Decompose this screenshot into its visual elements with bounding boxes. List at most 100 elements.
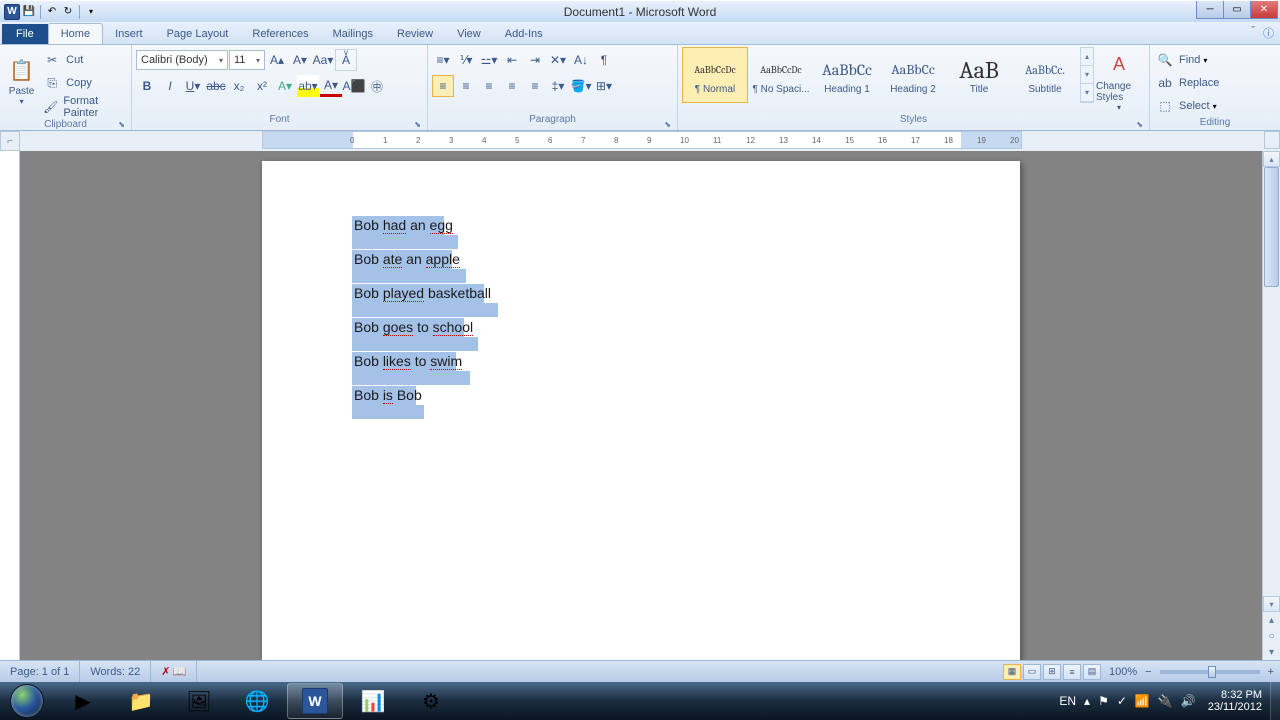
change-case-button[interactable]: Aa▾ — [312, 49, 334, 71]
show-desktop-button[interactable] — [1270, 682, 1280, 720]
style---normal[interactable]: AaBbCcDc¶ Normal — [682, 47, 748, 103]
style-subtitle[interactable]: AaBbCc.Subtitle — [1012, 47, 1078, 103]
style-heading-2[interactable]: AaBbCcHeading 2 — [880, 47, 946, 103]
document-line[interactable]: Bob ate an apple — [354, 251, 491, 267]
bullets-button[interactable]: ≡▾ — [432, 49, 454, 71]
document-line[interactable]: Bob played basketball — [354, 285, 491, 301]
align-right-button[interactable]: ≡ — [478, 75, 500, 97]
styles-more-icon[interactable]: ▾ — [1081, 84, 1093, 102]
browse-object-icon[interactable]: ○ — [1263, 628, 1280, 644]
paste-button[interactable]: 📋 Paste ▾ — [4, 47, 39, 113]
tray-power-icon[interactable]: 🔌 — [1154, 694, 1177, 708]
tab-add-ins[interactable]: Add-Ins — [493, 24, 555, 44]
document-line[interactable]: Bob likes to swim — [354, 353, 491, 369]
spell-check-status[interactable]: ✗📖 — [151, 661, 197, 682]
asian-layout-button[interactable]: ✕▾ — [547, 49, 569, 71]
paragraph-launcher-icon[interactable]: ⬊ — [664, 120, 671, 129]
scroll-thumb[interactable] — [1264, 167, 1279, 287]
qat-undo-icon[interactable]: ↶ — [45, 5, 59, 19]
tray-action-center-icon[interactable]: ⚑ — [1094, 694, 1113, 708]
full-screen-view-button[interactable]: ▭ — [1023, 664, 1041, 680]
task-app1[interactable]: 📊 — [345, 683, 401, 719]
tab-file[interactable]: File — [2, 24, 48, 44]
tab-references[interactable]: References — [240, 24, 320, 44]
draft-view-button[interactable]: ▤ — [1083, 664, 1101, 680]
sort-button[interactable]: A↓ — [570, 49, 592, 71]
tab-page-layout[interactable]: Page Layout — [155, 24, 241, 44]
decrease-indent-button[interactable]: ⇤ — [501, 49, 523, 71]
zoom-out-button[interactable]: − — [1145, 666, 1151, 678]
change-styles-button[interactable]: A Change Styles ▾ — [1096, 47, 1142, 113]
find-button[interactable]: 🔍Find▾ — [1154, 49, 1207, 71]
styles-launcher-icon[interactable]: ⬊ — [1136, 120, 1143, 129]
italic-button[interactable]: I — [159, 75, 181, 97]
tab-mailings[interactable]: Mailings — [321, 24, 385, 44]
subscript-button[interactable]: x₂ — [228, 75, 250, 97]
zoom-thumb[interactable] — [1208, 666, 1216, 678]
word-count[interactable]: Words: 22 — [80, 661, 151, 682]
horizontal-ruler[interactable]: 01234567891011121314151617181920 — [262, 131, 1022, 149]
highlight-button[interactable]: ab▾ — [297, 75, 319, 97]
close-button[interactable]: ✕ — [1250, 1, 1278, 19]
grow-font-button[interactable]: A▴ — [266, 49, 288, 71]
task-word[interactable]: W — [287, 683, 343, 719]
tray-clock[interactable]: 8:32 PM 23/11/2012 — [1200, 689, 1270, 713]
vertical-ruler[interactable] — [0, 151, 20, 660]
maximize-button[interactable]: ▭ — [1223, 1, 1251, 19]
distributed-button[interactable]: ≡ — [524, 75, 546, 97]
qat-customize-icon[interactable]: ▾ — [84, 5, 98, 19]
tab-home[interactable]: Home — [48, 23, 103, 44]
tray-volume-icon[interactable]: 🔊 — [1177, 694, 1200, 708]
enclose-characters-button[interactable]: ㊥ — [366, 75, 388, 97]
tray-network-icon[interactable]: 📶 — [1131, 694, 1154, 708]
text-effects-button[interactable]: A▾ — [274, 75, 296, 97]
borders-button[interactable]: ⊞▾ — [593, 75, 615, 97]
justify-button[interactable]: ≡ — [501, 75, 523, 97]
ruler-toggle-button[interactable] — [1264, 131, 1280, 149]
zoom-slider[interactable] — [1160, 670, 1260, 674]
cut-button[interactable]: ✂Cut — [41, 49, 127, 71]
styles-up-icon[interactable]: ▴ — [1081, 48, 1093, 66]
tab-insert[interactable]: Insert — [103, 24, 155, 44]
scroll-up-icon[interactable]: ▴ — [1263, 151, 1280, 167]
zoom-in-button[interactable]: + — [1268, 666, 1274, 678]
document-line[interactable]: Bob had an egg — [354, 217, 491, 233]
print-layout-view-button[interactable]: ▦ — [1003, 664, 1021, 680]
vertical-scrollbar[interactable]: ▴ ▾ ▴ ○ ▾ — [1262, 151, 1280, 660]
format-painter-button[interactable]: 🖌Format Painter — [41, 95, 127, 119]
styles-gallery[interactable]: AaBbCcDc¶ NormalAaBbCcDc¶ No Spaci...AaB… — [682, 47, 1078, 103]
multilevel-list-button[interactable]: ⚍▾ — [478, 49, 500, 71]
style-heading-1[interactable]: AaBbCcHeading 1 — [814, 47, 880, 103]
qat-redo-icon[interactable]: ↻ — [61, 5, 75, 19]
style---no-spaci---[interactable]: AaBbCcDc¶ No Spaci... — [748, 47, 814, 103]
underline-button[interactable]: U▾ — [182, 75, 204, 97]
align-left-button[interactable]: ≡ — [432, 75, 454, 97]
task-app2[interactable]: ⚙ — [403, 683, 459, 719]
tab-review[interactable]: Review — [385, 24, 445, 44]
font-launcher-icon[interactable]: ⬊ — [414, 120, 421, 129]
shrink-font-button[interactable]: A▾ — [289, 49, 311, 71]
outline-view-button[interactable]: ≡ — [1063, 664, 1081, 680]
qat-save-icon[interactable]: 💾 — [22, 5, 36, 19]
style-title[interactable]: AaBTitle — [946, 47, 1012, 103]
select-button[interactable]: ⬚Select▾ — [1154, 95, 1217, 117]
tray-lang[interactable]: EN — [1055, 694, 1080, 708]
start-button[interactable] — [0, 682, 54, 720]
zoom-level[interactable]: 100% — [1103, 666, 1143, 678]
document-content[interactable]: Bob had an egg Bob ate an apple Bob played… — [354, 217, 491, 421]
tray-show-hidden-icon[interactable]: ▴ — [1080, 694, 1094, 708]
superscript-button[interactable]: x² — [251, 75, 273, 97]
styles-down-icon[interactable]: ▾ — [1081, 66, 1093, 84]
document-line[interactable]: Bob is Bob — [354, 387, 491, 403]
scroll-down-icon[interactable]: ▾ — [1263, 596, 1280, 612]
help-icon[interactable]: ⓘ — [1263, 25, 1274, 41]
page-status[interactable]: Page: 1 of 1 — [0, 661, 80, 682]
web-layout-view-button[interactable]: ⊞ — [1043, 664, 1061, 680]
font-size-combo[interactable]: 11▾ — [229, 50, 265, 70]
shading-button[interactable]: 🪣▾ — [570, 75, 592, 97]
tab-view[interactable]: View — [445, 24, 493, 44]
clear-formatting-button[interactable]: Aͮ — [335, 49, 357, 71]
align-center-button[interactable]: ≡ — [455, 75, 477, 97]
increase-indent-button[interactable]: ⇥ — [524, 49, 546, 71]
strikethrough-button[interactable]: abc — [205, 75, 227, 97]
